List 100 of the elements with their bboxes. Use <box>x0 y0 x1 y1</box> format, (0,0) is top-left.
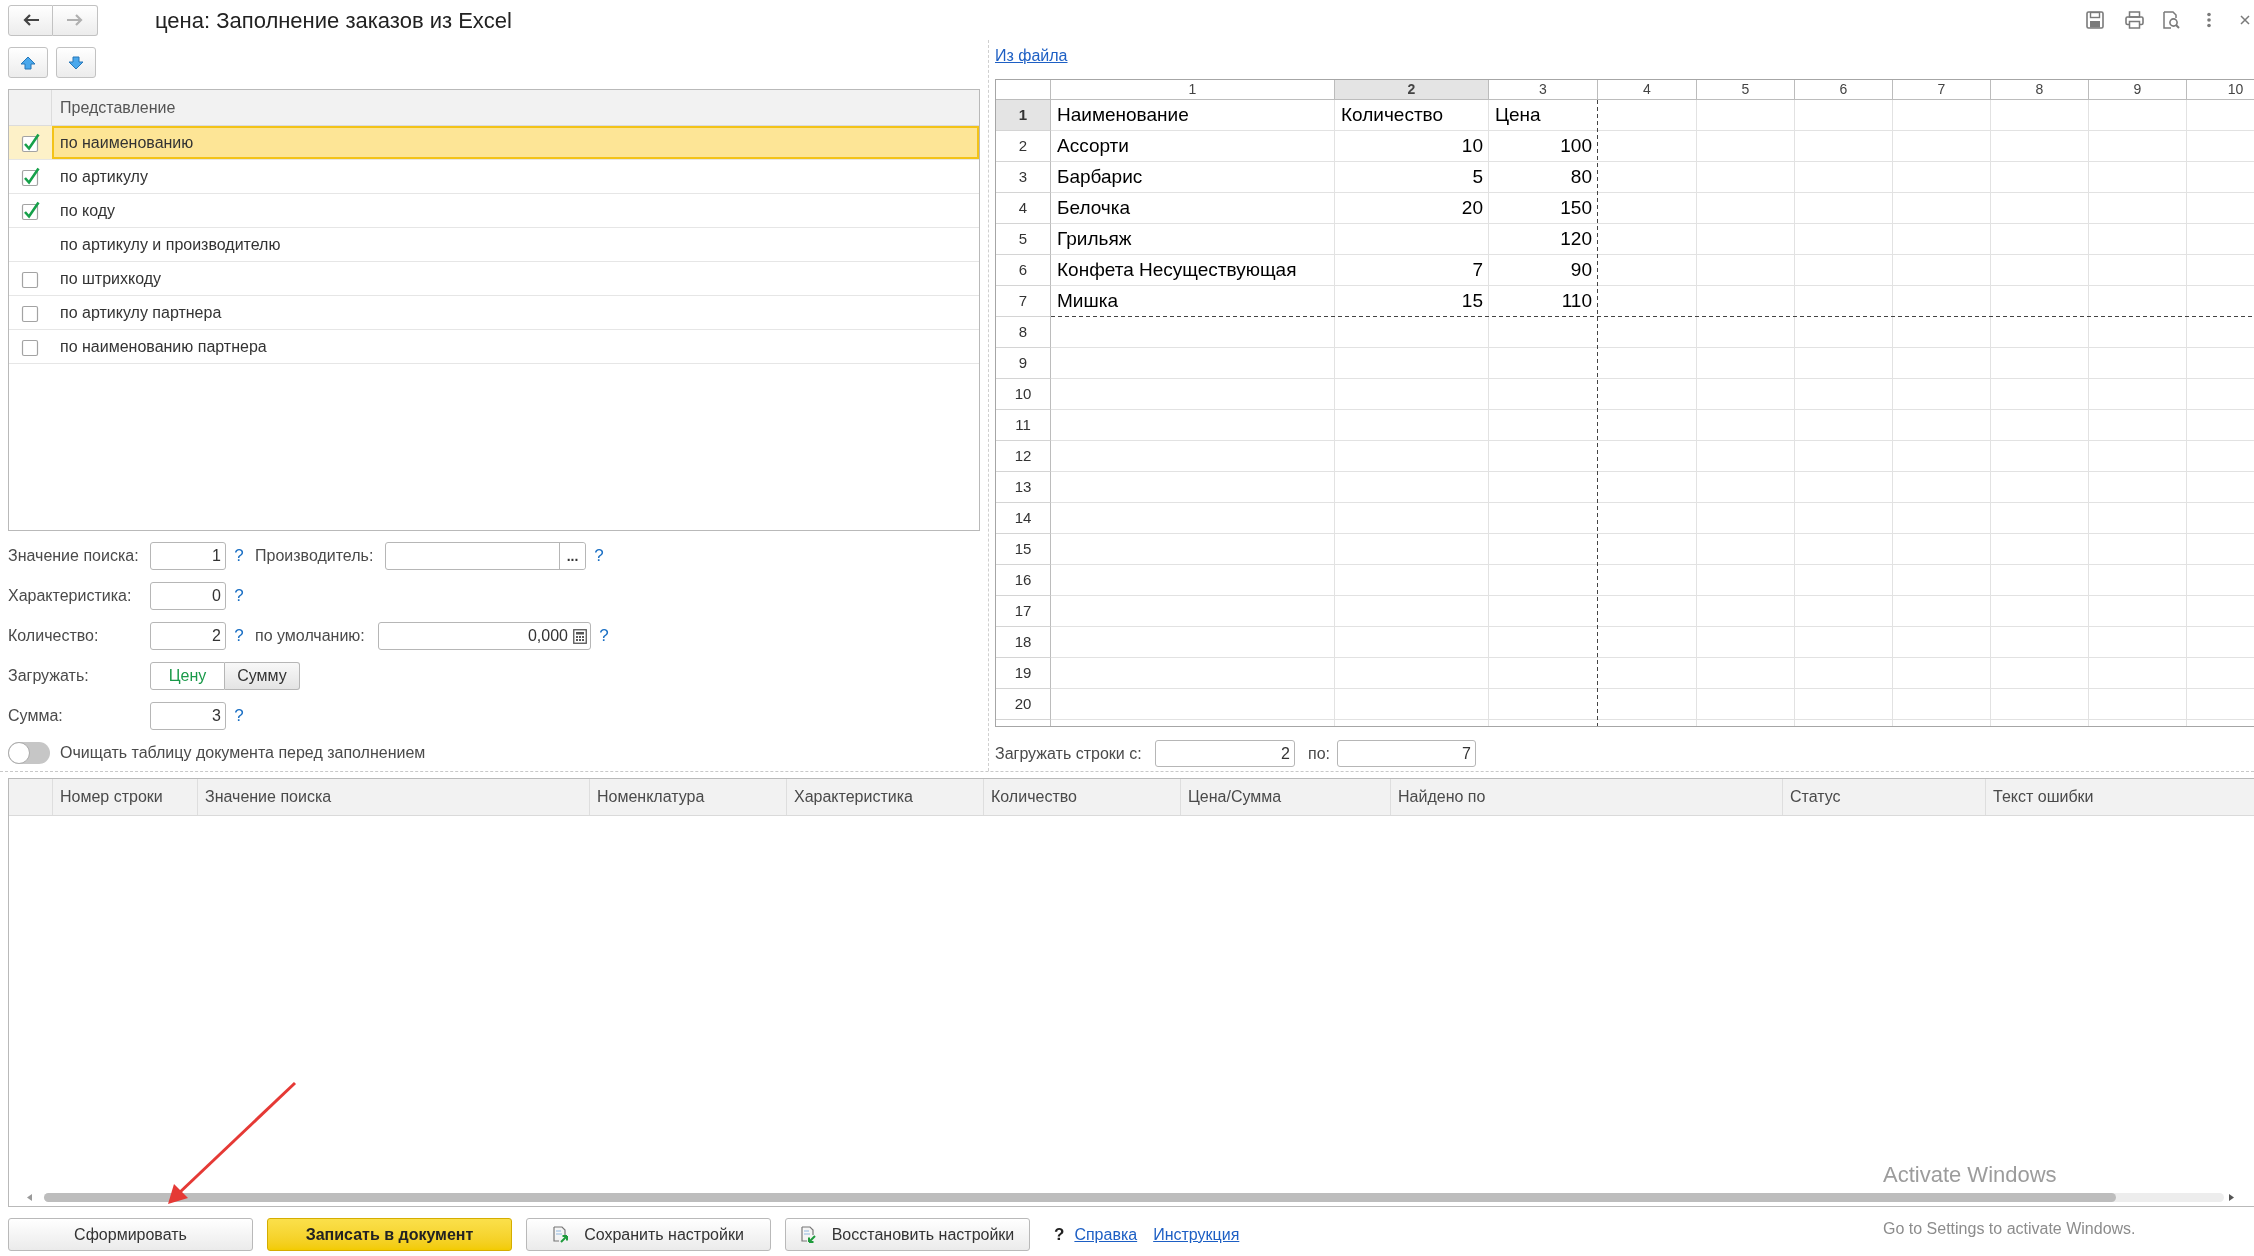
toggle-switch[interactable] <box>8 742 50 764</box>
column-header: Цена/Сумма <box>1181 779 1391 815</box>
move-up-button[interactable] <box>8 47 48 78</box>
calculator-icon[interactable] <box>573 628 587 644</box>
window-title: цена: Заполнение заказов из Excel <box>155 6 512 35</box>
field-label: Характеристика: <box>8 586 133 606</box>
more-icon[interactable] <box>2206 12 2212 28</box>
sheet-cell-text: 10 <box>1460 134 1484 159</box>
toggle-label: Очищать таблицу документа перед заполнением <box>60 743 426 763</box>
number-field[interactable]: 0 <box>150 582 226 610</box>
field-label: Значение поиска: <box>8 546 140 566</box>
column-header: 8 <box>1991 80 2089 100</box>
row-header: 19 <box>996 658 1051 689</box>
checkbox[interactable] <box>21 132 40 153</box>
row-header: 6 <box>996 255 1051 286</box>
file-link[interactable]: Из файла <box>995 44 1068 68</box>
save-icon[interactable] <box>2086 11 2104 29</box>
help-button[interactable]: ? <box>230 623 248 649</box>
help-button[interactable]: ? <box>230 703 248 729</box>
column-header: 4 <box>1598 80 1697 100</box>
row-header: 15 <box>996 534 1051 565</box>
sheet-cell-text: 120 <box>1559 227 1593 252</box>
row-header: 5 <box>996 224 1051 255</box>
sheet-cell-text: 15 <box>1460 289 1484 314</box>
arrow-left-icon <box>21 13 40 27</box>
field-label: Сумма: <box>8 706 64 726</box>
sheet-cell-text: 80 <box>1569 165 1593 190</box>
row-header: 8 <box>996 317 1051 348</box>
checkbox[interactable] <box>21 166 40 187</box>
row-header: 16 <box>996 565 1051 596</box>
sheet-cell-text: Белочка <box>1056 196 1132 221</box>
column-header: Статус <box>1783 779 1986 815</box>
column-header: Найдено по <box>1391 779 1783 815</box>
row-header: 13 <box>996 472 1051 503</box>
printer-icon[interactable] <box>2125 11 2144 29</box>
row-header: 2 <box>996 131 1051 162</box>
column-header: 5 <box>1697 80 1795 100</box>
action-button[interactable]: Сформировать <box>8 1218 253 1251</box>
sheet-cell-text: 110 <box>1560 289 1593 314</box>
field-label: Загружать строки с: <box>995 743 1143 764</box>
number-field[interactable]: 3 <box>150 702 226 730</box>
sheet-cell-text: 5 <box>1471 165 1484 190</box>
row-header: 1 <box>996 100 1051 131</box>
row-header: 17 <box>996 596 1051 627</box>
sheet-cell-text: Барбарис <box>1056 165 1144 190</box>
segment-option[interactable]: Сумму <box>225 662 300 690</box>
sheet-cell-text: Мишка <box>1056 289 1119 314</box>
sheet-cell-text: Конфета Несуществующая <box>1056 258 1298 283</box>
select-button[interactable]: ... <box>559 543 585 569</box>
column-header: Количество <box>984 779 1181 815</box>
row-header: 14 <box>996 503 1051 534</box>
close-icon[interactable] <box>2240 15 2250 25</box>
help-button[interactable]: ? <box>590 543 608 569</box>
action-button[interactable]: Сохранить настройки <box>526 1218 771 1251</box>
sheet-cell-text: Наименование <box>1056 103 1190 128</box>
row-header: 4 <box>996 193 1051 224</box>
field-label: Производитель: <box>255 546 375 566</box>
column-header: Номенклатура <box>590 779 787 815</box>
number-field[interactable]: 1 <box>150 542 226 570</box>
row-header: 3 <box>996 162 1051 193</box>
sheet-cell-text: Количество <box>1340 103 1445 128</box>
arrow-down-icon <box>68 55 84 70</box>
sheet-cell-text: 90 <box>1569 258 1593 283</box>
row-header: 20 <box>996 689 1051 720</box>
arrow-right-icon <box>66 13 84 27</box>
checkbox[interactable] <box>21 200 40 221</box>
action-button[interactable]: Восстановить настройки <box>785 1218 1030 1251</box>
number-field[interactable]: 7 <box>1337 740 1476 767</box>
field-label: по умолчанию: <box>255 626 366 646</box>
move-down-button[interactable] <box>56 47 96 78</box>
column-header: 9 <box>2089 80 2187 100</box>
back-button[interactable] <box>8 4 53 36</box>
number-field[interactable]: 2 <box>1155 740 1295 767</box>
column-header: Номер строки <box>53 779 198 815</box>
help-mark: ? <box>1054 1223 1065 1246</box>
help-button[interactable]: ? <box>595 623 613 649</box>
column-header: 7 <box>1893 80 1991 100</box>
sheet-cell-text: 7 <box>1471 258 1484 283</box>
left-triangle-icon[interactable] <box>27 1193 32 1201</box>
help-link[interactable]: Справка <box>1074 1222 1138 1247</box>
row-header: 11 <box>996 410 1051 441</box>
right-triangle-icon[interactable] <box>2229 1193 2234 1201</box>
manufacturer-field[interactable]: ... <box>385 542 586 570</box>
help-button[interactable]: ? <box>230 583 248 609</box>
column-header: 1 <box>1051 80 1335 100</box>
segment-option[interactable]: Цену <box>150 662 225 690</box>
column-header: 3 <box>1489 80 1598 100</box>
number-field[interactable]: 2 <box>150 622 226 650</box>
row-header: 7 <box>996 286 1051 317</box>
page-magnifier-icon[interactable] <box>2162 11 2180 29</box>
list-item[interactable]: по наименованию <box>52 126 979 159</box>
row-header: 12 <box>996 441 1051 472</box>
action-button[interactable]: Записать в документ <box>267 1218 512 1251</box>
sheet-cell-text: Цена <box>1494 103 1542 128</box>
help-button[interactable]: ? <box>230 543 248 569</box>
document-arrow-icon <box>553 1225 571 1244</box>
column-header: 6 <box>1795 80 1893 100</box>
number-field[interactable]: 0,000 <box>378 622 591 650</box>
row-header: 18 <box>996 627 1051 658</box>
help-link[interactable]: Инструкция <box>1153 1222 1240 1247</box>
